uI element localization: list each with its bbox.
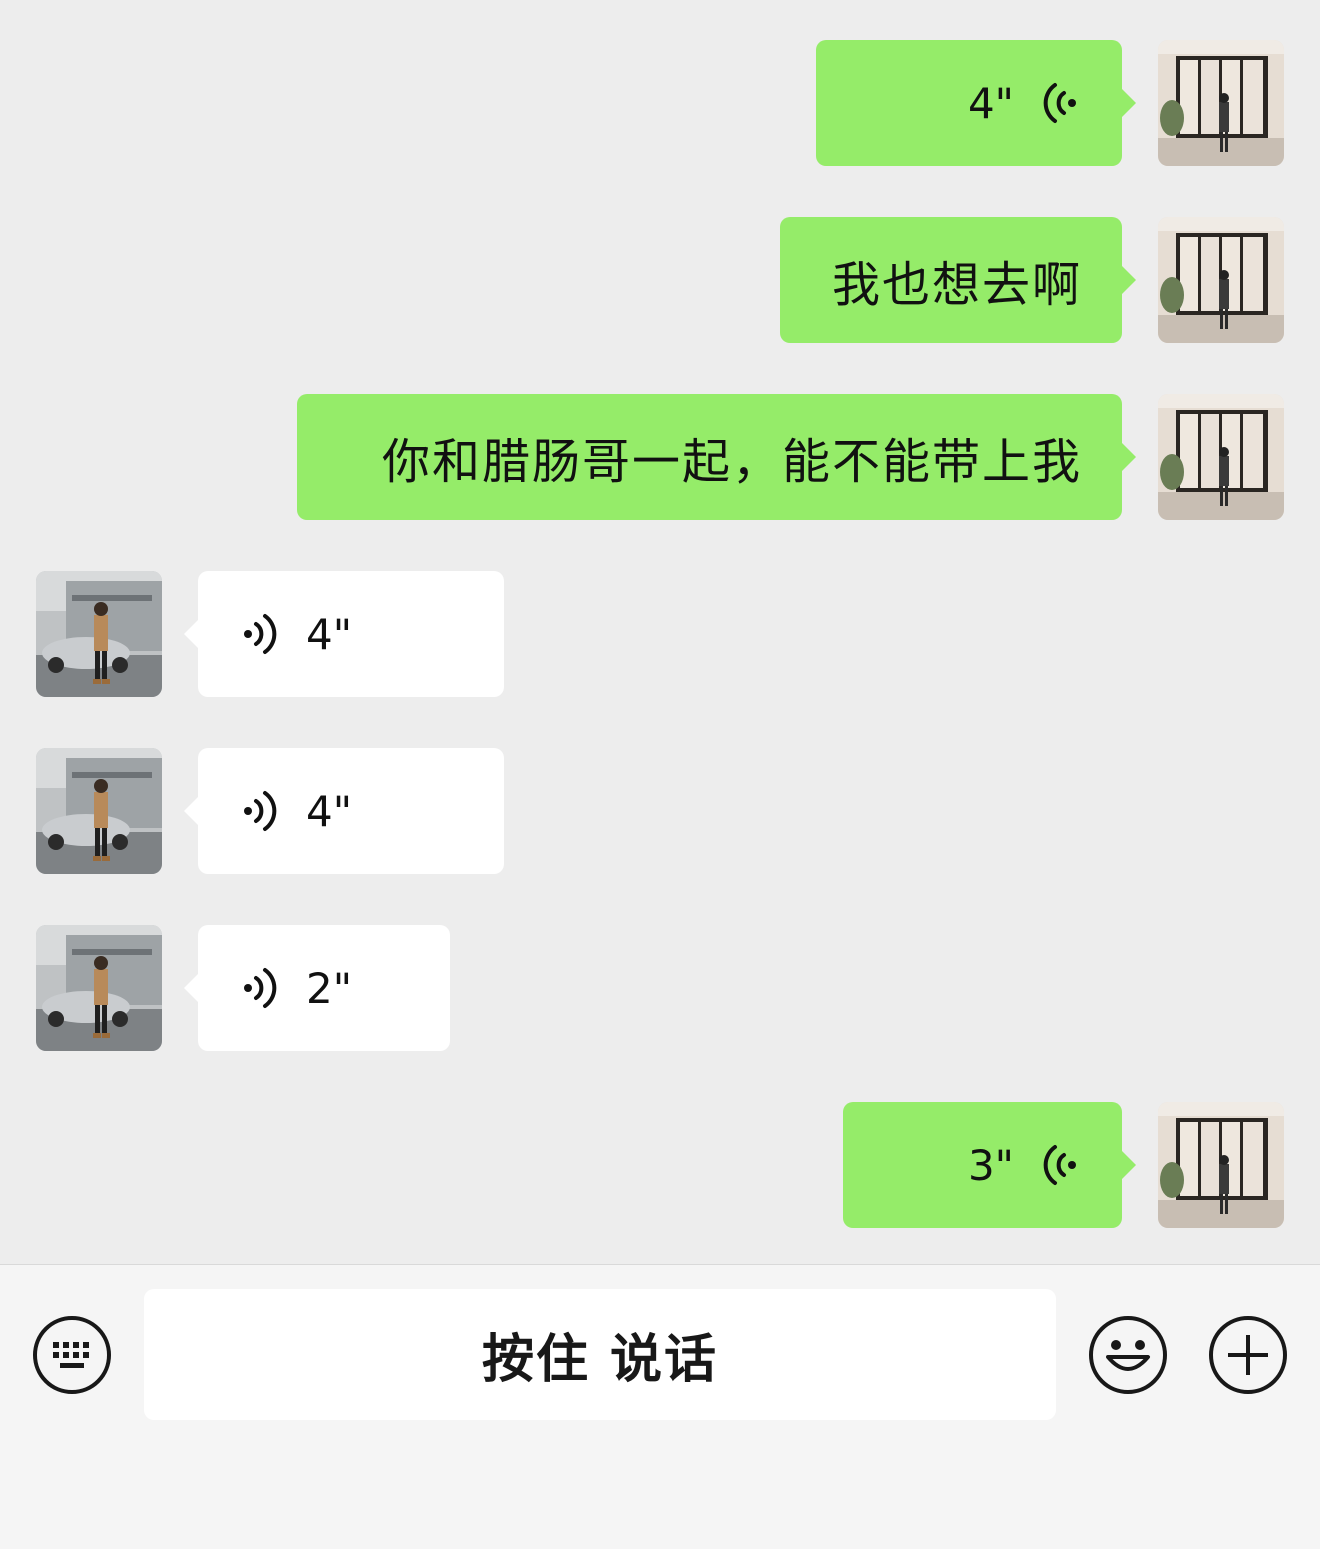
- voice-duration: 4": [967, 78, 1014, 128]
- contact-avatar[interactable]: [36, 925, 162, 1051]
- input-bar: 按住 说话: [0, 1264, 1320, 1549]
- voice-bubble[interactable]: 4": [816, 40, 1136, 166]
- keyboard-icon[interactable]: [32, 1315, 112, 1395]
- voice-bubble[interactable]: 4": [184, 748, 504, 874]
- voice-wave-icon: [244, 968, 277, 1008]
- voice-duration: 3": [967, 1140, 1014, 1190]
- voice-bubble[interactable]: 3": [843, 1102, 1136, 1228]
- hold-to-talk-button[interactable]: 按住 说话: [144, 1289, 1056, 1420]
- text-bubble[interactable]: 我也想去啊: [780, 217, 1136, 343]
- chat-area: 4" 我也想去啊 你和腊肠哥一起，能不能带上我 4" 4" 2" 3": [0, 0, 1320, 1264]
- hold-to-talk-label: 按住 说话: [481, 1330, 719, 1390]
- plus-icon[interactable]: [1208, 1315, 1288, 1395]
- voice-bubble[interactable]: 2": [184, 925, 450, 1051]
- my-avatar[interactable]: [1158, 40, 1284, 166]
- my-avatar[interactable]: [1158, 217, 1284, 343]
- my-avatar[interactable]: [1158, 1102, 1284, 1228]
- text-bubble[interactable]: 你和腊肠哥一起，能不能带上我: [297, 394, 1136, 520]
- emoji-icon[interactable]: [1088, 1315, 1168, 1395]
- voice-duration: 4": [306, 786, 353, 836]
- message-text: 我也想去啊: [831, 257, 1082, 313]
- my-avatar[interactable]: [1158, 394, 1284, 520]
- voice-wave-icon: [244, 791, 277, 831]
- voice-wave-icon: [1043, 1145, 1076, 1185]
- voice-duration: 2": [306, 963, 353, 1013]
- voice-wave-icon: [1043, 83, 1076, 123]
- voice-bubble[interactable]: 4": [184, 571, 504, 697]
- voice-wave-icon: [244, 614, 277, 654]
- contact-avatar[interactable]: [36, 748, 162, 874]
- contact-avatar[interactable]: [36, 571, 162, 697]
- voice-duration: 4": [306, 609, 353, 659]
- message-text: 你和腊肠哥一起，能不能带上我: [381, 434, 1082, 490]
